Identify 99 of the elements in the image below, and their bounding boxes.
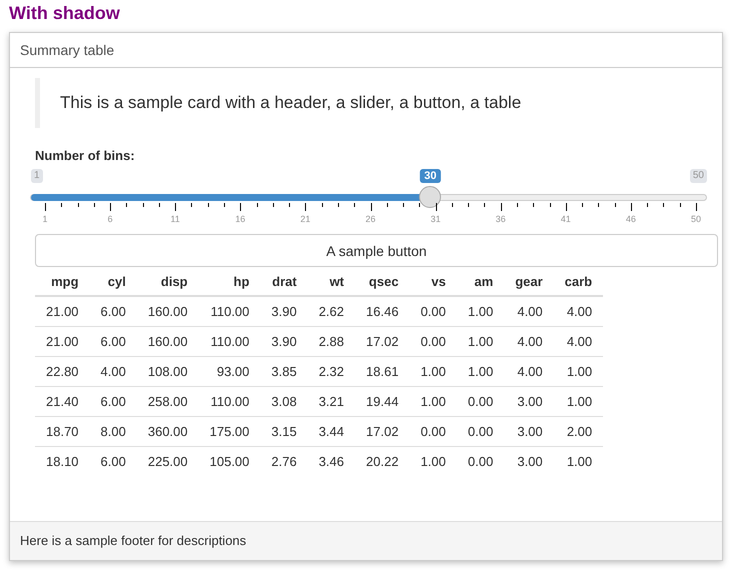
table-cell: 18.10 (35, 446, 90, 476)
column-header: qsec (355, 273, 410, 296)
table-cell: 105.00 (198, 446, 260, 476)
table-cell: 3.21 (308, 386, 356, 416)
table-cell: 1.00 (456, 356, 504, 386)
tick-label: 21 (300, 214, 310, 224)
table-cell: 1.00 (554, 386, 604, 416)
table-cell: 0.00 (456, 416, 504, 446)
slider-track[interactable] (30, 194, 707, 201)
column-header: gear (504, 273, 554, 296)
quote-text: This is a sample card with a header, a slider, a button, a table (60, 93, 522, 112)
table-cell: 21.00 (35, 326, 90, 356)
table-cell: 3.46 (308, 446, 356, 476)
tick-label: 11 (170, 214, 180, 224)
column-header: vs (410, 273, 457, 296)
table-cell: 17.02 (355, 326, 410, 356)
table-cell: 2.00 (554, 416, 604, 446)
table-cell: 258.00 (136, 386, 199, 416)
table-cell: 3.44 (308, 416, 356, 446)
table-cell: 3.00 (504, 446, 554, 476)
table-cell: 1.00 (410, 386, 457, 416)
card-header: Summary table (10, 33, 722, 68)
column-header: carb (554, 273, 604, 296)
table-cell: 0.00 (456, 386, 504, 416)
table-cell: 160.00 (136, 296, 199, 326)
table-cell: 3.90 (260, 296, 308, 326)
column-header: hp (198, 273, 260, 296)
slider-min-label: 1 (31, 169, 43, 183)
table-cell: 110.00 (198, 326, 260, 356)
table-cell: 225.00 (136, 446, 199, 476)
table-cell: 16.46 (355, 296, 410, 326)
table-cell: 2.32 (308, 356, 356, 386)
table-cell: 6.00 (90, 296, 137, 326)
tick-label: 36 (496, 214, 506, 224)
table-cell: 110.00 (198, 386, 260, 416)
tick-label: 16 (235, 214, 246, 224)
tick-label: 50 (691, 214, 701, 224)
table-cell: 0.00 (410, 416, 457, 446)
tick-label: 41 (560, 214, 571, 224)
table-cell: 2.62 (308, 296, 356, 326)
table-cell: 3.00 (504, 416, 554, 446)
table-cell: 19.44 (355, 386, 410, 416)
tick-label: 31 (430, 214, 441, 224)
table-cell: 18.61 (355, 356, 410, 386)
table-cell: 3.85 (260, 356, 308, 386)
table-cell: 22.80 (35, 356, 90, 386)
tick-label: 26 (366, 214, 376, 224)
table-cell: 21.00 (35, 296, 90, 326)
table-cell: 1.00 (456, 296, 504, 326)
column-header: drat (260, 273, 308, 296)
sample-button[interactable]: A sample button (35, 234, 718, 267)
table-cell: 160.00 (136, 326, 199, 356)
table-cell: 0.00 (456, 446, 504, 476)
table-cell: 108.00 (136, 356, 199, 386)
table-cell: 110.00 (198, 296, 260, 326)
table-cell: 21.40 (35, 386, 90, 416)
table-cell: 3.00 (504, 386, 554, 416)
table-cell: 2.76 (260, 446, 308, 476)
table-cell: 175.00 (198, 416, 260, 446)
table-cell: 1.00 (554, 356, 604, 386)
tick-label: 46 (626, 214, 636, 224)
table-cell: 17.02 (355, 416, 410, 446)
table-cell: 20.22 (355, 446, 410, 476)
table-cell: 0.00 (410, 326, 457, 356)
table-cell: 2.88 (308, 326, 356, 356)
table-cell: 1.00 (456, 326, 504, 356)
table-cell: 1.00 (410, 356, 457, 386)
column-header: disp (136, 273, 199, 296)
table-cell: 4.00 (504, 296, 554, 326)
table-cell: 4.00 (554, 326, 604, 356)
column-header: am (456, 273, 504, 296)
slider-value-label: 30 (420, 169, 441, 183)
table-cell: 8.00 (90, 416, 137, 446)
column-header: mpg (35, 273, 90, 296)
table-cell: 3.90 (260, 326, 308, 356)
table-cell: 93.00 (198, 356, 260, 386)
slider-max-label: 50 (690, 169, 707, 183)
slider-label: Number of bins: (35, 148, 135, 163)
table-cell: 0.00 (410, 296, 457, 326)
card-footer: Here is a sample footer for descriptions (10, 521, 722, 560)
table-cell: 6.00 (90, 326, 137, 356)
table-cell: 4.00 (90, 356, 137, 386)
table-cell: 360.00 (136, 416, 199, 446)
page-heading: With shadow (9, 2, 121, 24)
column-header: cyl (90, 273, 137, 296)
table-cell: 4.00 (504, 356, 554, 386)
table-cell: 3.15 (260, 416, 308, 446)
table-cell: 4.00 (504, 326, 554, 356)
table-cell: 18.70 (35, 416, 90, 446)
tick-label: 1 (42, 214, 48, 224)
table-cell: 1.00 (410, 446, 457, 476)
table-cell: 6.00 (90, 446, 137, 476)
table-cell: 6.00 (90, 386, 137, 416)
table-cell: 4.00 (554, 296, 604, 326)
column-header: wt (308, 273, 356, 296)
table-cell: 1.00 (554, 446, 604, 476)
tick-label: 6 (108, 214, 113, 224)
table-cell: 3.08 (260, 386, 308, 416)
slider-thumb[interactable] (419, 186, 442, 208)
